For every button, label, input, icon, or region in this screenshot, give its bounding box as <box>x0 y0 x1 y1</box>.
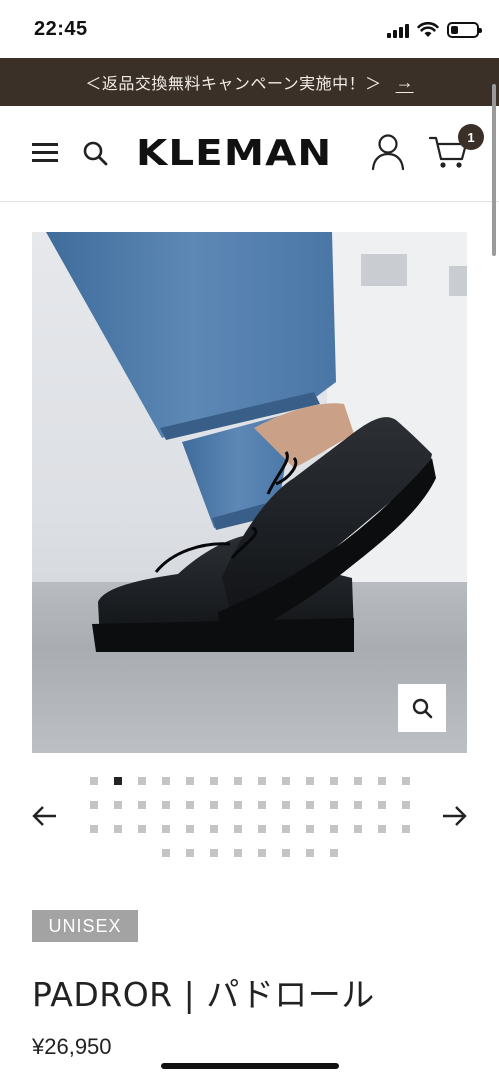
pagination-dot[interactable] <box>330 777 338 785</box>
status-bar: 22:45 <box>0 0 499 58</box>
pagination-dot[interactable] <box>354 825 362 833</box>
pagination-dot[interactable] <box>233 849 242 857</box>
pagination-dot[interactable] <box>162 825 170 833</box>
pagination-dot[interactable] <box>306 777 314 785</box>
pagination-dot[interactable] <box>330 801 338 809</box>
pagination-dot[interactable] <box>138 825 146 833</box>
product-image[interactable] <box>32 232 467 753</box>
status-icons <box>387 20 482 40</box>
announcement-bar[interactable]: ＜返品交換無料キャンペーン実施中！＞ → <box>0 58 499 106</box>
announcement-arrow-link[interactable]: → <box>396 72 414 93</box>
pagination-dot[interactable] <box>90 801 98 809</box>
pagination-dot[interactable] <box>209 849 218 857</box>
arrow-left-icon[interactable] <box>32 805 58 827</box>
pagination-dot[interactable] <box>378 801 386 809</box>
pagination-dot[interactable] <box>258 801 266 809</box>
pagination-dot[interactable] <box>234 825 242 833</box>
pagination-dot[interactable] <box>90 825 98 833</box>
signal-icon <box>387 22 409 38</box>
zoom-button[interactable] <box>398 684 446 732</box>
pagination-dot[interactable] <box>282 801 290 809</box>
pagination-dot[interactable] <box>329 849 338 857</box>
pagination-dot[interactable] <box>354 801 362 809</box>
pagination-dot[interactable] <box>402 825 410 833</box>
pagination-dot[interactable] <box>354 777 362 785</box>
pagination-dot[interactable] <box>305 849 314 857</box>
category-tag: UNISEX <box>32 910 138 942</box>
pagination-dot[interactable] <box>258 825 266 833</box>
cart-count-badge: 1 <box>458 124 484 150</box>
pagination-dot[interactable] <box>138 777 146 785</box>
site-header: KLEMAN <box>0 106 499 202</box>
pagination-dot[interactable] <box>114 825 122 833</box>
shoe-illustration <box>46 232 436 652</box>
pagination-dot[interactable] <box>90 777 98 785</box>
pagination-dot[interactable] <box>114 777 122 785</box>
page-scrollbar[interactable] <box>492 84 496 256</box>
pagination-dot[interactable] <box>378 825 386 833</box>
pagination-dot[interactable] <box>234 777 242 785</box>
account-icon[interactable] <box>370 133 406 171</box>
pagination-dot[interactable] <box>282 825 290 833</box>
menu-icon[interactable] <box>32 143 58 163</box>
product-price: ¥26,950 <box>32 1034 112 1059</box>
pagination-dot[interactable] <box>162 801 170 809</box>
pagination-dot[interactable] <box>185 849 194 857</box>
pagination-dot[interactable] <box>402 801 410 809</box>
announcement-text: ＜返品交換無料キャンペーン実施中！＞ <box>85 74 382 93</box>
pagination-dot[interactable] <box>138 801 146 809</box>
pagination-dot[interactable] <box>186 777 194 785</box>
pagination-dot[interactable] <box>257 849 266 857</box>
pagination-dot[interactable] <box>378 777 386 785</box>
battery-icon <box>447 22 482 38</box>
pagination-dot[interactable] <box>306 825 314 833</box>
pagination-dot[interactable] <box>330 825 338 833</box>
product-title: PADROR | パドロール <box>32 975 375 1014</box>
pagination-dot[interactable] <box>282 777 290 785</box>
status-time: 22:45 <box>34 18 88 40</box>
pagination-dot[interactable] <box>210 825 218 833</box>
pagination-dot[interactable] <box>210 777 218 785</box>
pagination-dot[interactable] <box>186 801 194 809</box>
pagination-dot[interactable] <box>210 801 218 809</box>
zoom-icon <box>412 698 433 719</box>
home-indicator[interactable] <box>161 1063 339 1069</box>
pagination-dot[interactable] <box>402 777 410 785</box>
pagination-dot[interactable] <box>186 825 194 833</box>
pagination-dot[interactable] <box>306 801 314 809</box>
search-icon[interactable] <box>82 140 108 166</box>
pagination-dot[interactable] <box>258 777 266 785</box>
pagination-dot[interactable] <box>114 801 122 809</box>
pagination-dot[interactable] <box>161 849 170 857</box>
brand-logo[interactable]: KLEMAN <box>136 133 332 174</box>
pagination-dot[interactable] <box>281 849 290 857</box>
wifi-icon <box>417 22 439 37</box>
arrow-right-icon[interactable] <box>441 805 467 827</box>
pagination-dot[interactable] <box>162 777 170 785</box>
pagination-dot[interactable] <box>234 801 242 809</box>
